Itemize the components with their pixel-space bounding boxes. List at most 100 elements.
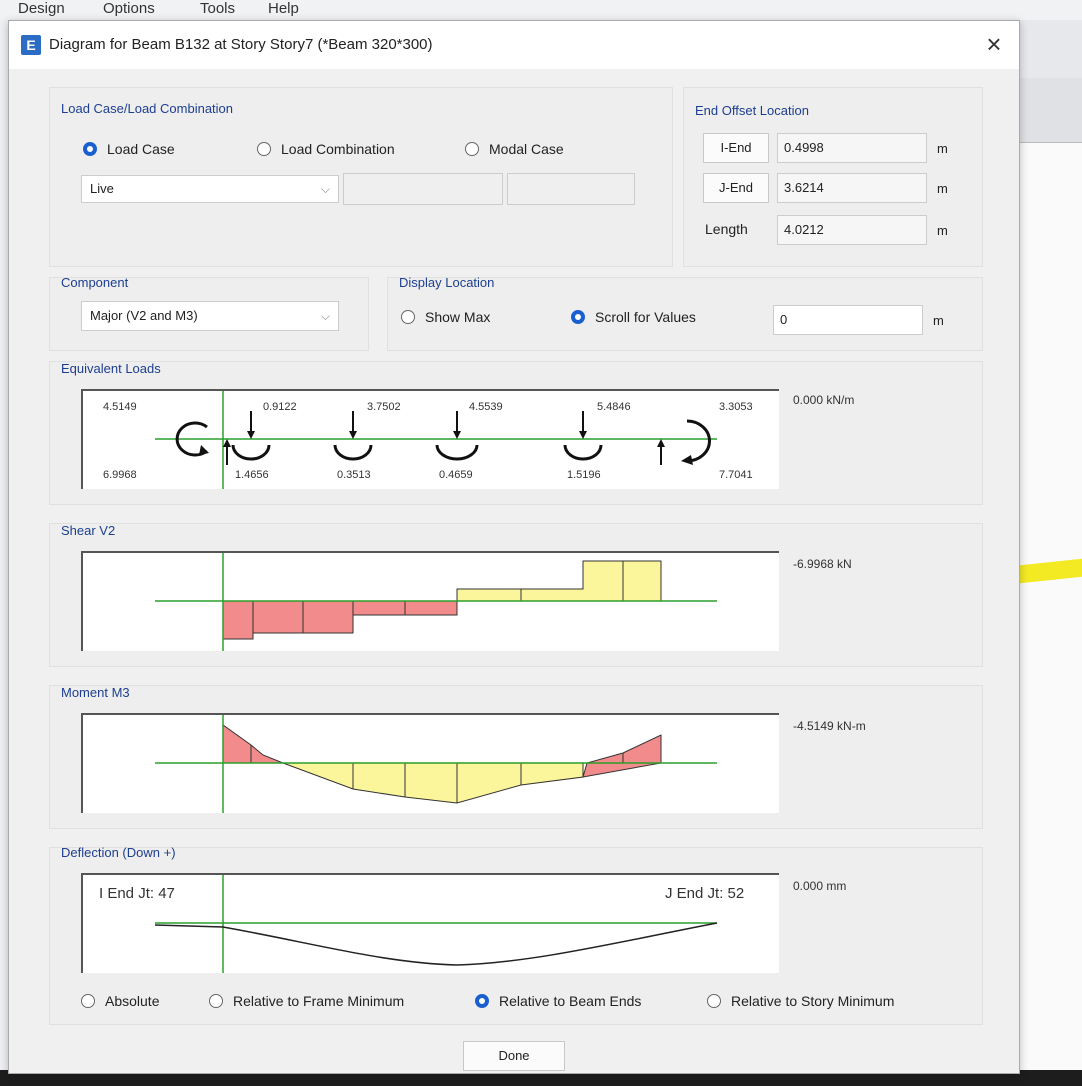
equivalent-loads-readout: 0.000 kN/m [793, 393, 855, 407]
right-end-moment-arrow [686, 419, 711, 463]
done-button[interactable]: Done [463, 1041, 565, 1071]
chevron-down-icon: ⌵ [320, 309, 330, 323]
radio-load-combination-label: Load Combination [281, 141, 395, 157]
shear-plot [81, 551, 779, 651]
radio-relative-frame-minimum[interactable]: Relative to Frame Minimum [209, 993, 404, 1009]
radio-relative-story-minimum[interactable]: Relative to Story Minimum [707, 993, 894, 1009]
radio-load-case-label: Load Case [107, 141, 175, 157]
load-moment-2 [333, 444, 373, 461]
dialog-titlebar: E Diagram for Beam B132 at Story Story7 … [9, 21, 1019, 69]
menu-help[interactable]: Help [268, 0, 299, 17]
component-select[interactable]: Major (V2 and M3) ⌵ [81, 301, 339, 331]
deflected-shape-curve [154, 922, 718, 966]
radio-load-case[interactable]: Load Case [83, 141, 175, 157]
load-arrowhead-1 [247, 431, 255, 439]
radio-scroll-for-values-dot [571, 310, 585, 324]
moment-plot [81, 713, 779, 813]
menu-bar: Design Options Tools Help [0, 0, 1082, 20]
length-unit: m [937, 223, 948, 238]
load-case-select-value: Live [90, 181, 114, 196]
load-bottom-1: 6.9968 [103, 469, 137, 481]
moment-positive-fill [282, 762, 584, 804]
radio-relative-story-minimum-dot [707, 994, 721, 1008]
radio-load-case-dot [83, 142, 97, 156]
menu-tools[interactable]: Tools [200, 0, 235, 17]
load-moment-1 [231, 444, 271, 461]
chevron-down-icon: ⌵ [320, 182, 330, 196]
radio-absolute-label: Absolute [105, 993, 160, 1009]
close-button[interactable]: × [979, 29, 1009, 59]
app-logo-icon: E [21, 35, 41, 55]
length-field: 4.0212 [777, 215, 927, 245]
right-end-moment-arrowhead [681, 455, 693, 465]
i-end-joint-label: I End Jt: 47 [99, 885, 175, 902]
highlighted-beam [1019, 558, 1082, 584]
dialog-title: Diagram for Beam B132 at Story Story7 (*… [49, 36, 433, 53]
left-end-force-arrowhead [223, 439, 231, 447]
load-bottom-6: 7.7041 [719, 469, 753, 481]
left-end-moment-arrowhead [199, 445, 209, 455]
menu-options[interactable]: Options [103, 0, 155, 17]
i-end-button[interactable]: I-End [703, 133, 769, 163]
background-toolbar-2 [1019, 78, 1082, 143]
i-end-unit: m [937, 141, 948, 156]
display-location-group-label: Display Location [399, 275, 495, 290]
load-top-1: 4.5149 [103, 401, 137, 413]
radio-show-max-dot [401, 310, 415, 324]
scroll-value-field[interactable]: 0 [773, 305, 923, 335]
deflection-plot: I End Jt: 47 J End Jt: 52 [81, 873, 779, 973]
load-bottom-5: 1.5196 [567, 469, 601, 481]
load-top-2: 0.9122 [263, 401, 297, 413]
radio-relative-frame-minimum-label: Relative to Frame Minimum [233, 993, 405, 1009]
moment-negative-right [582, 734, 662, 778]
radio-absolute-dot [81, 994, 95, 1008]
deflection-label: Deflection (Down +) [61, 845, 176, 860]
beam-diagram-dialog: E Diagram for Beam B132 at Story Story7 … [8, 20, 1020, 1074]
load-top-5: 5.4846 [597, 401, 631, 413]
moment-readout: -4.5149 kN-m [793, 719, 866, 733]
load-case-group-label: Load Case/Load Combination [61, 101, 234, 116]
menu-design[interactable]: Design [18, 0, 65, 17]
j-end-button[interactable]: J-End [703, 173, 769, 203]
radio-scroll-for-values-label: Scroll for Values [595, 309, 696, 325]
radio-modal-case[interactable]: Modal Case [465, 141, 564, 157]
equivalent-loads-plot: 4.5149 0.9122 3.7502 4.5539 5.4846 3.305… [81, 389, 779, 489]
radio-relative-frame-minimum-dot [209, 994, 223, 1008]
radio-absolute[interactable]: Absolute [81, 993, 159, 1009]
radio-modal-case-label: Modal Case [489, 141, 564, 157]
radio-relative-beam-ends-label: Relative to Beam Ends [499, 993, 642, 1009]
radio-show-max[interactable]: Show Max [401, 309, 490, 325]
background-model-view [1018, 20, 1082, 1076]
j-end-unit: m [937, 181, 948, 196]
scroll-value-unit: m [933, 313, 944, 328]
load-top-3: 3.7502 [367, 401, 401, 413]
i-end-field[interactable]: 0.4998 [777, 133, 927, 163]
moment-negative-left [222, 724, 284, 764]
load-bottom-3: 0.3513 [337, 469, 371, 481]
load-bottom-2: 1.4656 [235, 469, 269, 481]
radio-relative-beam-ends[interactable]: Relative to Beam Ends [475, 993, 641, 1009]
component-group-label: Component [61, 275, 129, 290]
load-arrowhead-4 [579, 431, 587, 439]
radio-load-combination[interactable]: Load Combination [257, 141, 395, 157]
load-arrowhead-3 [453, 431, 461, 439]
load-case-select[interactable]: Live ⌵ [81, 175, 339, 203]
equivalent-loads-label: Equivalent Loads [61, 361, 161, 376]
shear-negative-fill [222, 600, 458, 640]
moment-svg [155, 715, 717, 813]
radio-relative-story-minimum-label: Relative to Story Minimum [731, 993, 895, 1009]
deflection-readout: 0.000 mm [793, 879, 847, 893]
load-top-4: 4.5539 [469, 401, 503, 413]
component-select-value: Major (V2 and M3) [90, 308, 198, 323]
radio-scroll-for-values[interactable]: Scroll for Values [571, 309, 696, 325]
equivalent-loads-svg [155, 391, 717, 489]
right-end-force-arrowhead [657, 439, 665, 447]
j-end-field[interactable]: 3.6214 [777, 173, 927, 203]
moment-label: Moment M3 [61, 685, 130, 700]
shear-svg [155, 553, 717, 651]
j-end-joint-label: J End Jt: 52 [665, 885, 745, 902]
radio-load-combination-dot [257, 142, 271, 156]
load-tertiary-field [507, 173, 635, 205]
radio-relative-beam-ends-dot [475, 994, 489, 1008]
load-arrowhead-2 [349, 431, 357, 439]
